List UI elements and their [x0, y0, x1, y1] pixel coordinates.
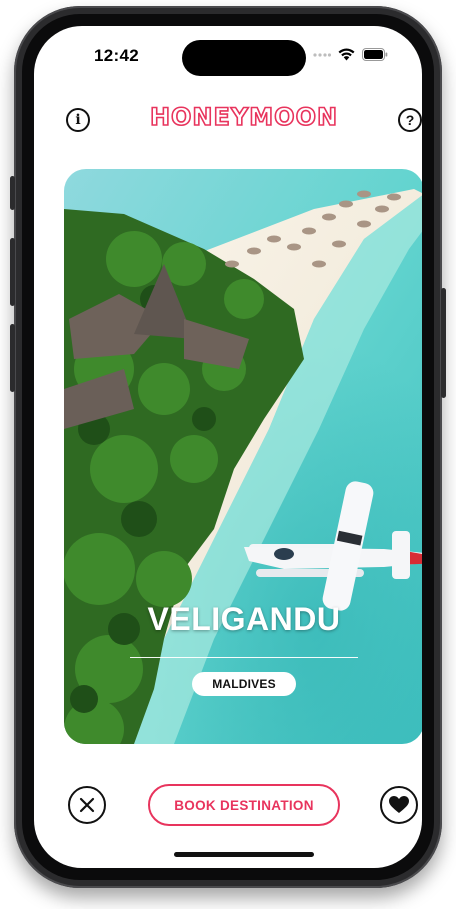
- home-indicator[interactable]: [174, 852, 314, 857]
- app-logo: HONEYMOON: [144, 102, 344, 135]
- wifi-icon: [338, 48, 355, 61]
- dynamic-island: [182, 40, 306, 76]
- like-button[interactable]: [380, 786, 418, 824]
- info-button[interactable]: i: [66, 108, 90, 132]
- volume-up-button: [10, 238, 15, 306]
- dismiss-button[interactable]: [68, 786, 106, 824]
- cellular-signal-icon: [313, 52, 331, 57]
- logo-text: HONEYMOON: [150, 103, 338, 130]
- heart-icon: [389, 796, 409, 813]
- honeymoon-logo: HONEYMOON: [149, 102, 338, 132]
- close-icon: [79, 797, 95, 813]
- status-icons: [313, 48, 388, 61]
- phone-frame: 12:42 i HONEYMOON ? VELIGANDU MALDIVES B…: [10, 6, 446, 888]
- title-divider: [130, 657, 358, 658]
- app-screen: 12:42 i HONEYMOON ? VELIGANDU MALDIVES B…: [34, 26, 422, 868]
- help-icon: ?: [405, 112, 415, 128]
- status-time: 12:42: [94, 46, 139, 65]
- book-destination-button[interactable]: BOOK DESTINATION: [148, 784, 340, 826]
- volume-down-button: [10, 324, 15, 392]
- country-badge: MALDIVES: [192, 672, 296, 696]
- help-button[interactable]: ?: [398, 108, 422, 132]
- battery-icon: [362, 48, 388, 61]
- destination-card[interactable]: VELIGANDU MALDIVES: [64, 169, 422, 744]
- info-icon: i: [75, 112, 81, 128]
- power-button: [441, 288, 446, 398]
- mute-switch: [10, 176, 15, 210]
- destination-title: VELIGANDU: [147, 601, 341, 637]
